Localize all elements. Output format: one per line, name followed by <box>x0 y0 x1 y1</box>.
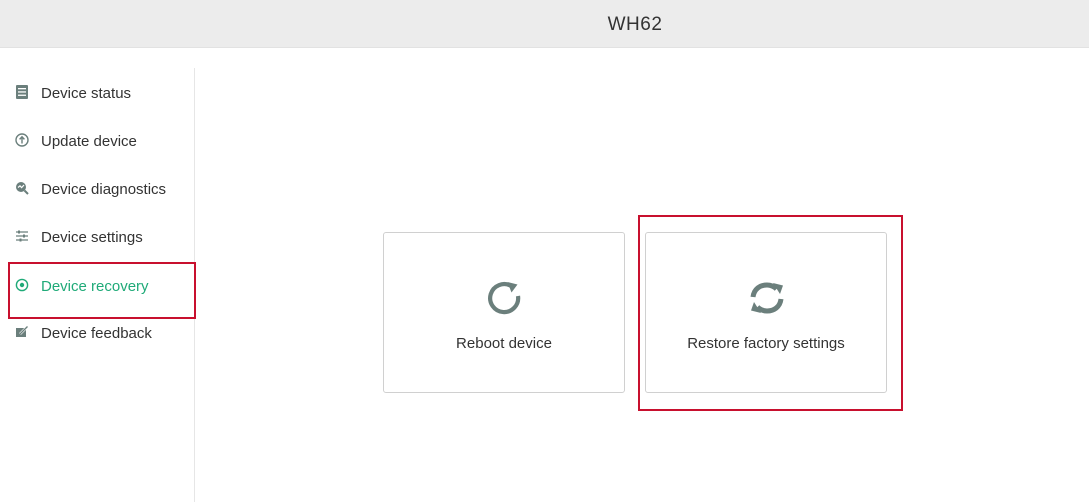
sidebar-item-label: Device feedback <box>41 325 152 342</box>
upload-circle-icon <box>15 133 29 147</box>
sidebar-item-label: Device diagnostics <box>41 181 167 198</box>
sidebar-item-device-feedback[interactable]: Device feedback <box>8 308 196 364</box>
header-bar: WH62 <box>0 0 1089 48</box>
restore-icon <box>750 282 784 314</box>
reboot-device-label: Reboot device <box>456 335 552 352</box>
restore-factory-settings-card[interactable]: Restore factory settings <box>645 232 887 393</box>
recovery-icon <box>15 278 29 292</box>
sidebar-item-label: Device status <box>41 85 132 102</box>
sidebar-item-device-settings[interactable]: Device settings <box>8 212 196 268</box>
sidebar-item-label: Update device <box>41 133 137 150</box>
reboot-icon <box>488 282 521 315</box>
device-title: WH62 <box>607 14 663 35</box>
restore-factory-settings-label: Restore factory settings <box>687 335 845 352</box>
sliders-icon <box>16 230 28 242</box>
reboot-device-card[interactable]: Reboot device <box>383 232 625 393</box>
sidebar: Device status Update device Device diagn… <box>0 68 196 502</box>
sidebar-item-label: Device recovery <box>41 278 149 295</box>
feedback-icon <box>16 325 29 337</box>
sidebar-item-label: Device settings <box>41 229 143 246</box>
list-icon <box>16 85 28 99</box>
diagnostics-icon <box>16 182 29 195</box>
